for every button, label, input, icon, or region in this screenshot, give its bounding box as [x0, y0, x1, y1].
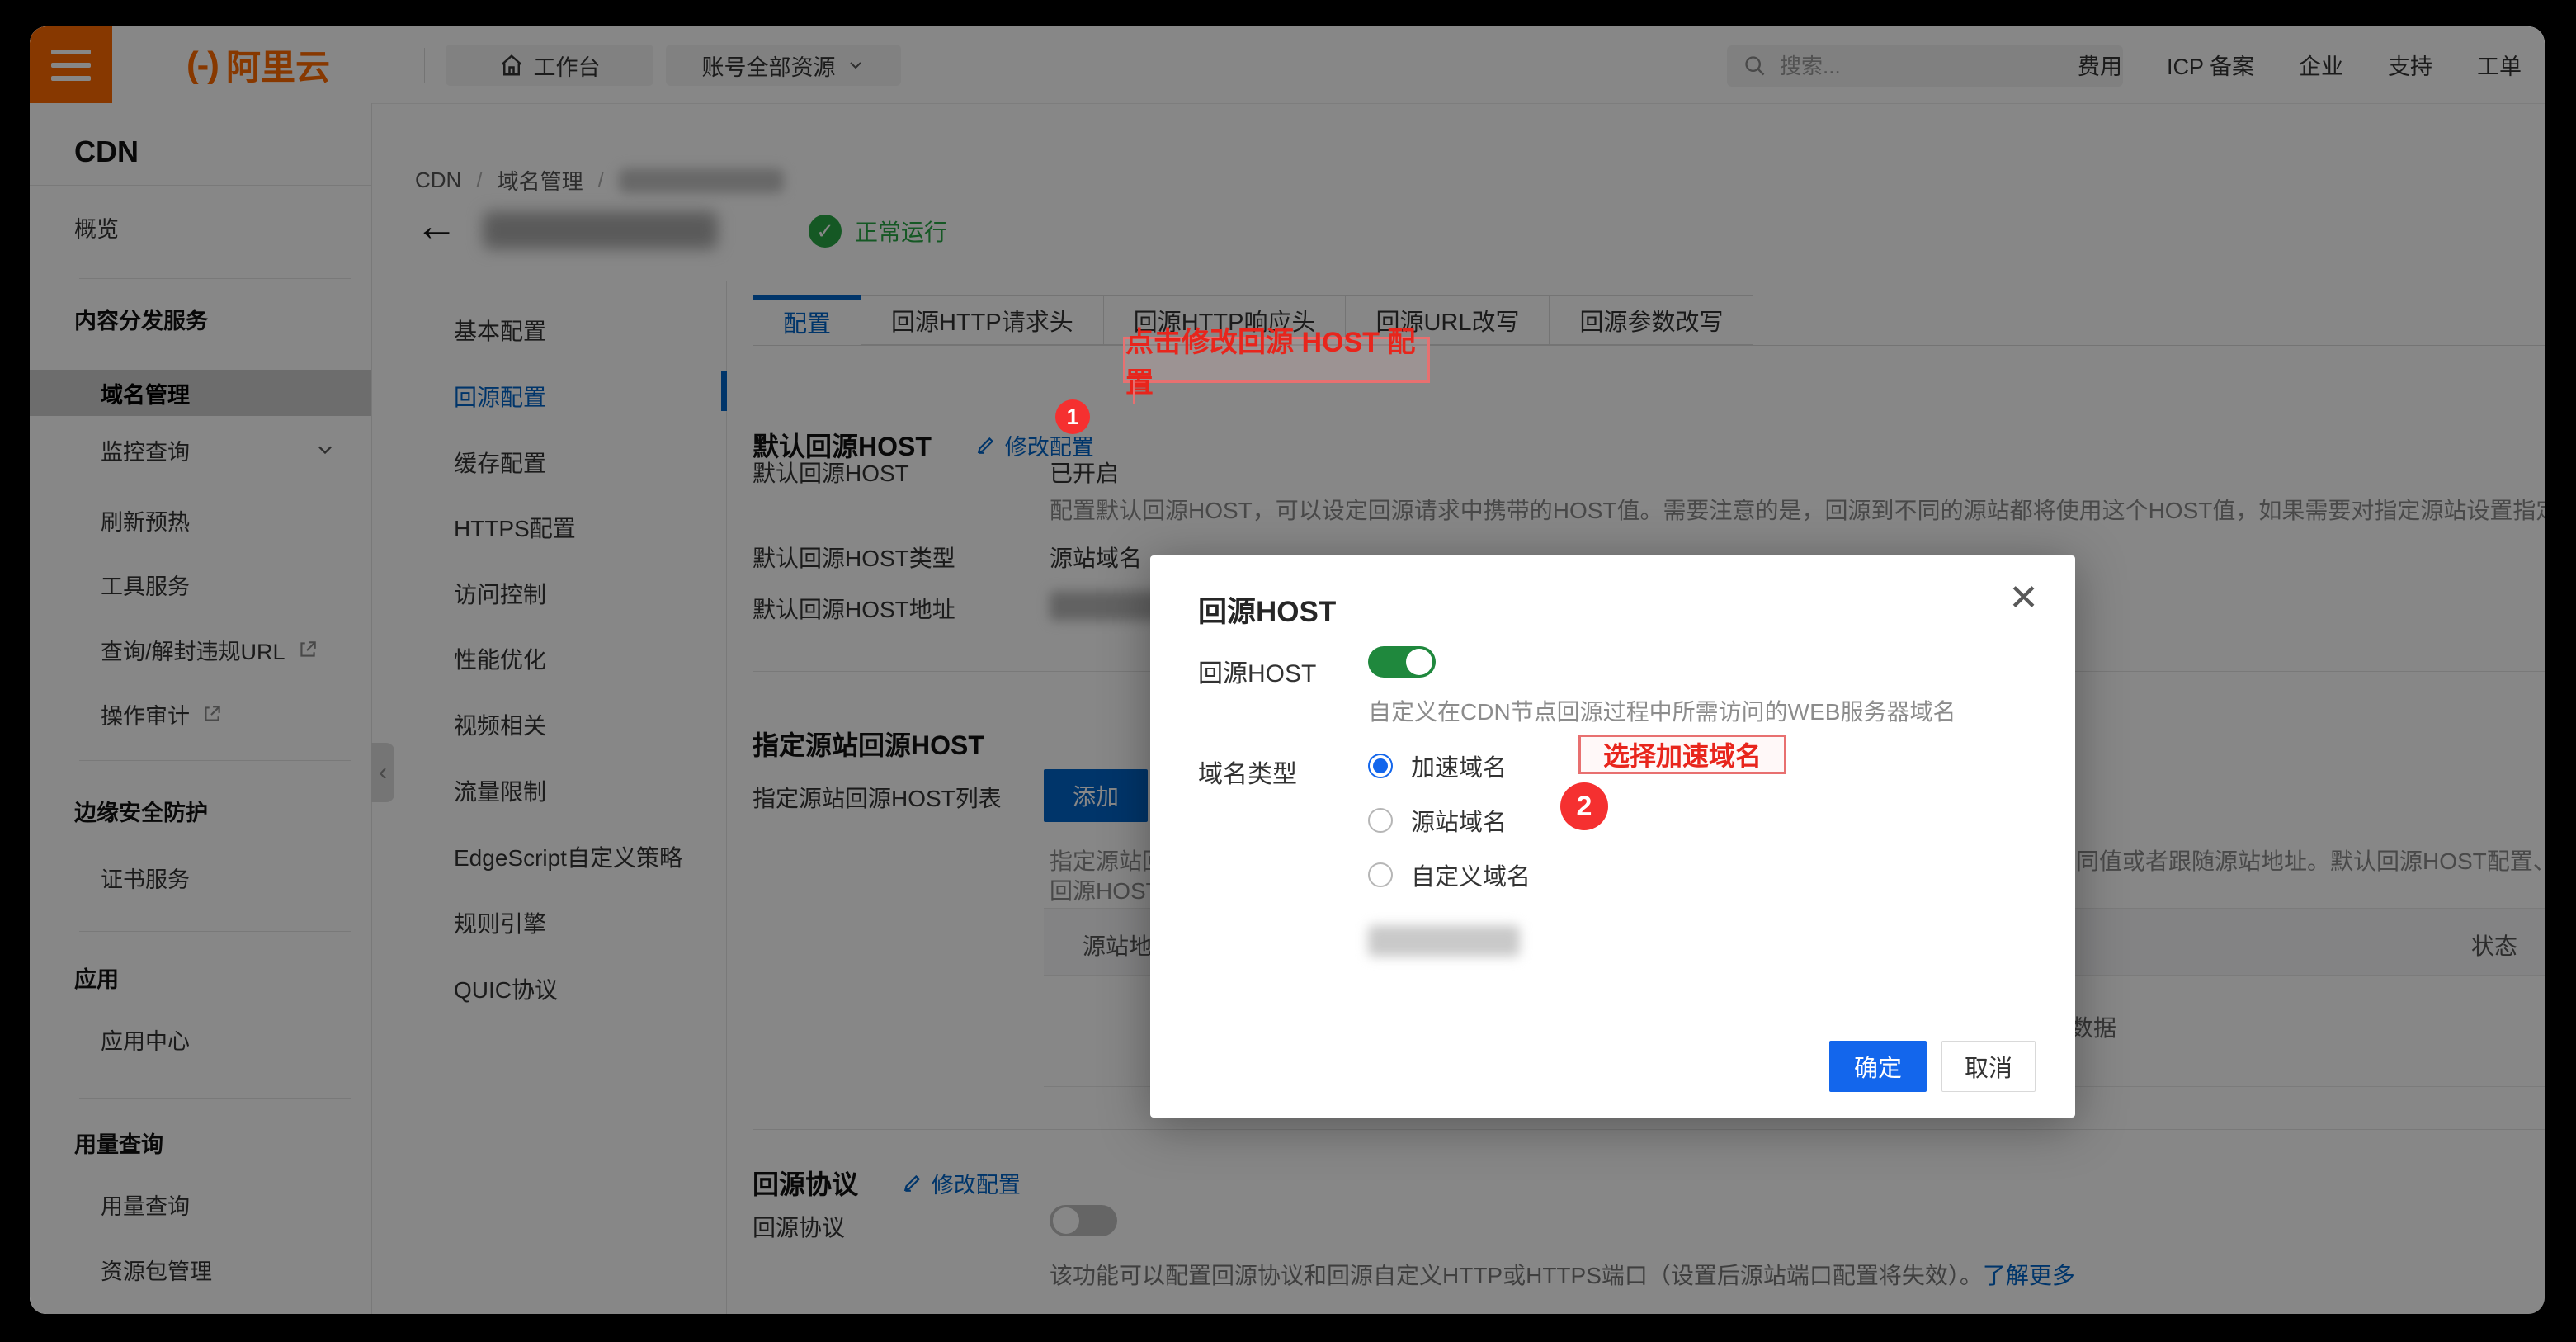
ok-button[interactable]: 确定 [1829, 1041, 1927, 1092]
modal-domain-type-label: 域名类型 [1198, 754, 1297, 790]
radio-option-custom-domain[interactable]: 自定义域名 [1368, 858, 1531, 892]
annotation-step1-connector [1133, 380, 1135, 404]
radio-option-origin-domain[interactable]: 源站域名 [1368, 803, 1507, 838]
origin-host-toggle[interactable] [1368, 646, 1436, 678]
radio-option-accelerated-domain[interactable]: 加速域名 [1368, 749, 1507, 783]
annotation-step1-badge: 1 [1055, 399, 1090, 434]
screenshot-stage: (-) 阿里云 工作台 账号全部资源 [0, 0, 2576, 1342]
origin-host-modal: 回源HOST ✕ 回源HOST 自定义在CDN节点回源过程中所需访问的WEB服务… [1150, 555, 2075, 1118]
modal-toggle-label: 回源HOST [1198, 653, 1316, 689]
console-window: (-) 阿里云 工作台 账号全部资源 [30, 26, 2545, 1314]
annotation-step2-badge: 2 [1560, 782, 1608, 830]
modal-title: 回源HOST [1198, 588, 1336, 631]
close-icon[interactable]: ✕ [2008, 580, 2039, 617]
modal-helper-text: 自定义在CDN节点回源过程中所需访问的WEB服务器域名 [1368, 694, 1956, 727]
radio-icon [1368, 808, 1393, 833]
radio-icon [1368, 862, 1393, 887]
modal-domain-redacted [1368, 925, 1520, 957]
annotation-step2-note: 选择加速域名 [1578, 735, 1786, 774]
annotation-step1-note: 点击修改回源 HOST 配置 [1123, 337, 1430, 383]
cancel-button[interactable]: 取消 [1941, 1041, 2036, 1092]
radio-selected-icon [1368, 754, 1393, 778]
